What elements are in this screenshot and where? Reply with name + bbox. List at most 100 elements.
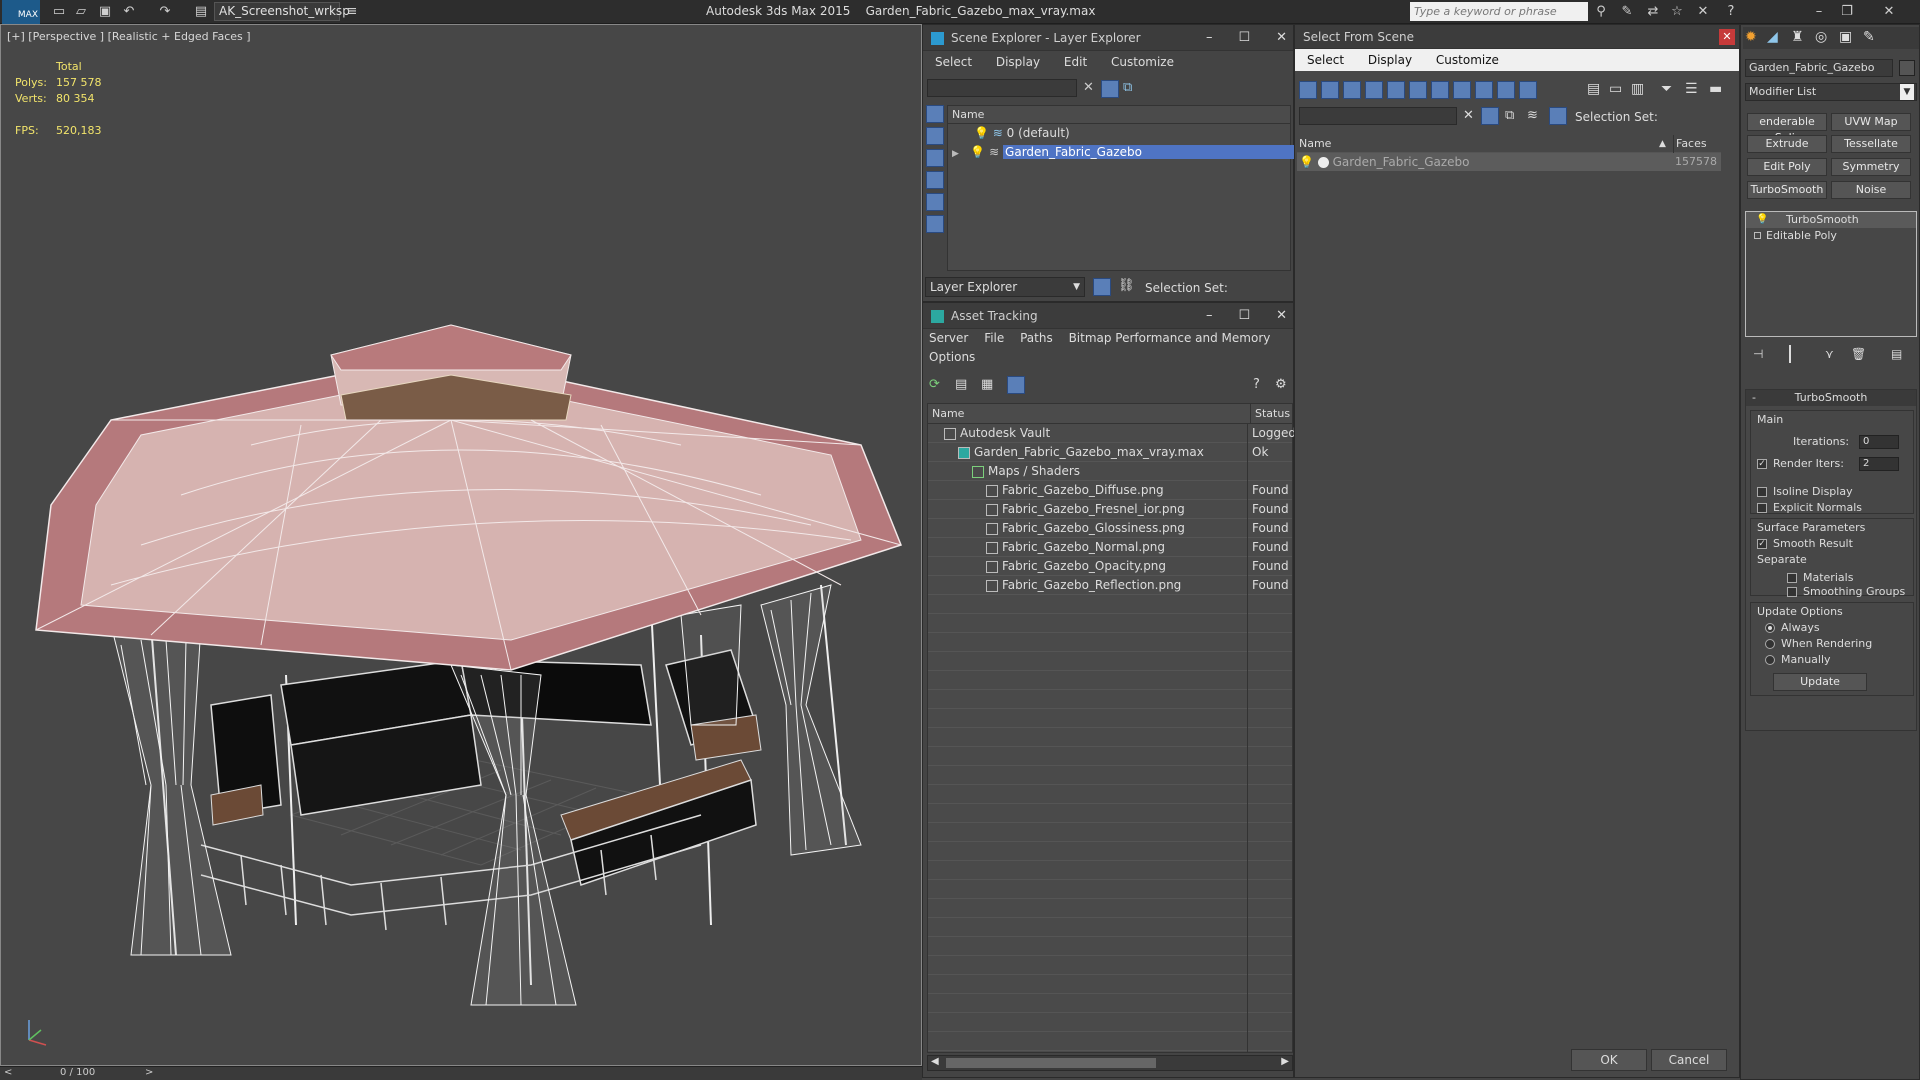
- close-icon[interactable]: ✕: [1880, 3, 1898, 21]
- always-radio[interactable]: [1765, 623, 1775, 633]
- clear-search-icon[interactable]: ✕: [1083, 80, 1094, 95]
- find-case-icon[interactable]: ⧉: [1505, 108, 1514, 123]
- filter-helpers-icon[interactable]: [1387, 81, 1405, 99]
- filter-lights-icon[interactable]: [1343, 81, 1361, 99]
- layer-sort-icon[interactable]: ≋: [1527, 108, 1538, 123]
- select-search-input[interactable]: [1299, 107, 1457, 125]
- prev-frame-icon[interactable]: <: [4, 1067, 12, 1078]
- pin-stack-icon[interactable]: ⊣: [1753, 347, 1763, 361]
- filter-icon[interactable]: [1101, 80, 1119, 98]
- object-row[interactable]: 💡 Garden_Fabric_Gazebo 157578: [1297, 153, 1721, 171]
- close-icon[interactable]: ✕: [1276, 30, 1287, 45]
- table-view-icon[interactable]: [1007, 376, 1025, 394]
- configure-sets-icon[interactable]: ▤: [1891, 347, 1902, 361]
- asset-column-name[interactable]: Name: [932, 404, 964, 424]
- filter-bones-icon[interactable]: [1475, 81, 1493, 99]
- symmetry-button[interactable]: Symmetry: [1831, 158, 1911, 176]
- time-slider[interactable]: 0 / 100 < >: [0, 1066, 922, 1080]
- remove-modifier-icon[interactable]: 🗑: [1851, 347, 1866, 361]
- open-file-icon[interactable]: ▱: [72, 3, 90, 21]
- menu-paths[interactable]: Paths: [1020, 331, 1053, 345]
- filter-xrefs-icon[interactable]: [1453, 81, 1471, 99]
- layer-row[interactable]: ▶ 💡 ≋ Garden_Fabric_Gazebo: [948, 143, 1382, 162]
- new-file-icon[interactable]: ▭: [50, 3, 68, 21]
- menu-customize[interactable]: Customize: [1111, 55, 1174, 69]
- lightbulb-icon[interactable]: 💡: [970, 145, 985, 159]
- restore-icon[interactable]: ❐: [1838, 3, 1856, 21]
- list-view-icon[interactable]: ▤: [955, 377, 967, 392]
- maximize-icon[interactable]: ☐: [1238, 308, 1250, 323]
- render-iters-spinner[interactable]: 2: [1859, 457, 1899, 471]
- smooth-result-checkbox[interactable]: ✓: [1757, 539, 1767, 549]
- close-icon[interactable]: ✕: [1719, 29, 1735, 45]
- ok-button[interactable]: OK: [1571, 1049, 1647, 1071]
- select-column-name[interactable]: Name: [1299, 135, 1331, 153]
- smoothing-groups-checkbox[interactable]: [1787, 587, 1797, 597]
- workspace-dropdown[interactable]: AK_Screenshot_wrksp: [214, 2, 350, 21]
- scroll-left-icon[interactable]: ◀: [931, 1056, 939, 1067]
- scene-explorer-search-input[interactable]: [927, 79, 1077, 97]
- clear-search-icon[interactable]: ✕: [1463, 108, 1474, 123]
- asset-row[interactable]: Fabric_Gazebo_Opacity.png Found: [928, 557, 1292, 576]
- hierarchy-icon[interactable]: ⛓: [1118, 278, 1135, 293]
- iterations-spinner[interactable]: 0: [1859, 435, 1899, 449]
- save-icon[interactable]: ▣: [96, 3, 114, 21]
- stack-item-editable-poly[interactable]: Editable Poly: [1746, 228, 1916, 244]
- gazebo-model[interactable]: [1, 25, 921, 1065]
- expand-box-icon[interactable]: [1754, 232, 1761, 239]
- menu-customize[interactable]: Customize: [1436, 53, 1499, 67]
- display-lights-icon[interactable]: [926, 171, 944, 189]
- scene-explorer-column-name[interactable]: Name: [948, 106, 1290, 124]
- layer-explorer-dropdown[interactable]: Layer Explorer ▼: [925, 277, 1085, 297]
- turbosmooth-button[interactable]: TurboSmooth: [1747, 181, 1827, 199]
- asset-row[interactable]: Garden_Fabric_Gazebo_max_vray.max Ok: [928, 443, 1292, 462]
- project-icon[interactable]: ▤: [192, 3, 210, 21]
- layer-row[interactable]: 💡 ≋ 0 (default): [948, 124, 1290, 143]
- expand-arrow-icon[interactable]: ▶: [952, 149, 959, 159]
- display-shapes-icon[interactable]: [926, 149, 944, 167]
- filter-geometry-icon[interactable]: [1299, 81, 1317, 99]
- hierarchy-tab-icon[interactable]: ♜: [1791, 29, 1804, 45]
- display-tab-icon[interactable]: ▣: [1839, 29, 1852, 45]
- collapse-rollout-icon[interactable]: -: [1752, 390, 1756, 406]
- settings-icon[interactable]: ⚙: [1275, 377, 1287, 392]
- utilities-tab-icon[interactable]: ✎: [1863, 29, 1875, 45]
- asset-row[interactable]: Maps / Shaders: [928, 462, 1292, 481]
- help-icon[interactable]: ?: [1253, 377, 1260, 392]
- minimize-icon[interactable]: –: [1810, 3, 1828, 21]
- select-none-icon[interactable]: ▭: [1609, 81, 1622, 97]
- cancel-button[interactable]: Cancel: [1651, 1049, 1727, 1071]
- lightbulb-icon[interactable]: 💡: [1756, 212, 1768, 228]
- object-color-swatch[interactable]: [1899, 60, 1915, 76]
- stack-item-turbosmooth[interactable]: 💡 TurboSmooth: [1746, 212, 1916, 228]
- make-unique-icon[interactable]: ⋎: [1825, 347, 1834, 361]
- object-name-field[interactable]: Garden_Fabric_Gazebo: [1745, 59, 1893, 77]
- filter-containers-icon[interactable]: [1497, 81, 1515, 99]
- close-x-icon[interactable]: ✕: [1694, 3, 1712, 21]
- isoline-checkbox[interactable]: [1757, 487, 1767, 497]
- show-end-result-icon[interactable]: [1789, 345, 1803, 363]
- menu-file[interactable]: File: [984, 331, 1004, 345]
- thumbnail-view-icon[interactable]: ▦: [981, 377, 993, 392]
- star-icon[interactable]: ☆: [1668, 3, 1686, 21]
- render-iters-checkbox[interactable]: ✓: [1757, 459, 1767, 469]
- tools-icon[interactable]: ✎: [1618, 3, 1636, 21]
- redo-icon[interactable]: ↷: [156, 3, 174, 21]
- filter-spacewarps-icon[interactable]: [1409, 81, 1427, 99]
- collapse-icon[interactable]: ▬: [1709, 81, 1722, 97]
- update-button[interactable]: Update: [1773, 673, 1867, 691]
- lightbulb-icon[interactable]: 💡: [974, 126, 989, 140]
- search-input[interactable]: Type a keyword or phrase: [1410, 2, 1588, 21]
- menu-server[interactable]: Server: [929, 331, 968, 345]
- layer-view-icon[interactable]: [1093, 278, 1111, 296]
- filter-groups-icon[interactable]: [1431, 81, 1449, 99]
- asset-row[interactable]: Autodesk Vault Logged: [928, 424, 1296, 443]
- when-rendering-radio[interactable]: [1765, 639, 1775, 649]
- select-column-faces[interactable]: Faces: [1673, 135, 1707, 153]
- asset-column-status[interactable]: Status: [1250, 404, 1290, 424]
- display-geometry-icon[interactable]: [926, 127, 944, 145]
- asset-row[interactable]: Fabric_Gazebo_Diffuse.png Found: [928, 481, 1292, 500]
- sort-arrow-icon[interactable]: ▲: [1659, 135, 1666, 153]
- filter-funnel-icon[interactable]: ⏷: [1661, 81, 1672, 97]
- filter-shapes-icon[interactable]: [1321, 81, 1339, 99]
